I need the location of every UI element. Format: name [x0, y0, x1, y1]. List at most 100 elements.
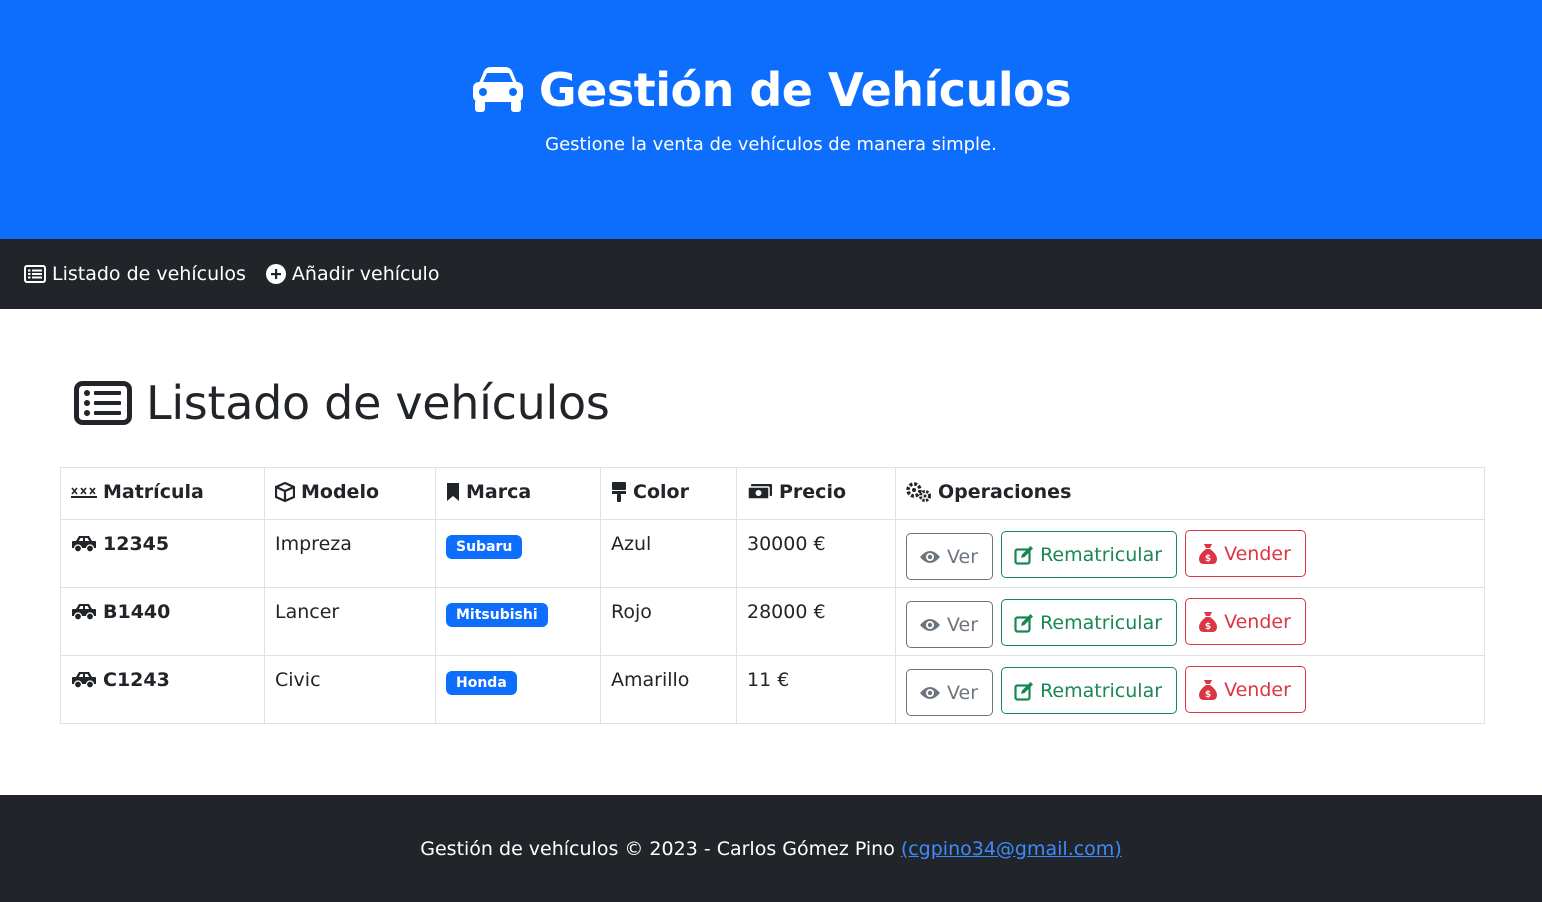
sell-button-label: Vender [1224, 678, 1291, 701]
col-header-marca: Marca [435, 467, 601, 520]
col-label-modelo: Modelo [301, 481, 380, 503]
edit-icon [1014, 613, 1034, 633]
table-body: 12345 Impreza Subaru Azul 30000 € Ver Re… [60, 519, 1485, 724]
app-title: Gestión de Vehículos [538, 63, 1072, 117]
money-bag-icon: $ [1198, 679, 1218, 701]
table-header-row: Matrícula Modelo Marca Color Precio Oper… [60, 467, 1485, 520]
plate-icon [71, 485, 97, 499]
cell-color: Rojo [600, 587, 737, 656]
cell-model: Civic [264, 655, 436, 724]
col-header-matricula: Matrícula [60, 467, 265, 520]
eye-icon [919, 685, 941, 701]
nav-item-listado[interactable]: Listado de vehículos [24, 263, 246, 285]
navbar: Listado de vehículos Añadir vehículo [0, 239, 1542, 309]
view-button-label: Ver [947, 545, 979, 568]
car-side-icon [71, 671, 97, 689]
view-button[interactable]: Ver [906, 669, 994, 716]
eye-icon [919, 549, 941, 565]
page-title-row: Listado de vehículos [74, 375, 1485, 431]
col-header-modelo: Modelo [264, 467, 436, 520]
cell-plate: C1243 [60, 655, 265, 724]
svg-text:$: $ [1205, 690, 1211, 700]
car-icon [471, 67, 525, 113]
reregister-button[interactable]: Rematricular [1001, 667, 1178, 714]
col-header-precio: Precio [736, 467, 896, 520]
cell-price: 11 € [736, 655, 896, 724]
svg-text:$: $ [1205, 622, 1211, 632]
cell-operations: Ver Rematricular $ Vender [895, 587, 1485, 656]
brand-badge: Mitsubishi [446, 603, 548, 627]
reregister-button[interactable]: Rematricular [1001, 531, 1178, 578]
nav-label-listado: Listado de vehículos [52, 263, 246, 285]
svg-text:$: $ [1205, 554, 1211, 564]
cell-operations: Ver Rematricular $ Vender [895, 655, 1485, 724]
reregister-button-label: Rematricular [1040, 679, 1163, 702]
header-title-row: Gestión de Vehículos [0, 0, 1542, 118]
edit-icon [1014, 545, 1034, 565]
cube-icon [275, 482, 295, 502]
footer: Gestión de vehículos © 2023 - Carlos Góm… [0, 795, 1542, 902]
header: Gestión de Vehículos Gestione la venta d… [0, 0, 1542, 239]
col-label-matricula: Matrícula [103, 481, 204, 503]
list-icon [24, 265, 46, 283]
sell-button-label: Vender [1224, 610, 1291, 633]
paint-brush-icon [611, 481, 627, 503]
nav-label-anadir: Añadir vehículo [291, 263, 440, 285]
cell-model: Lancer [264, 587, 436, 656]
cell-plate: 12345 [60, 519, 265, 588]
gears-icon [906, 482, 932, 502]
nav-item-anadir[interactable]: Añadir vehículo [265, 263, 440, 285]
sell-button[interactable]: $ Vender [1185, 530, 1306, 577]
cell-plate: B1440 [60, 587, 265, 656]
app-subtitle: Gestione la venta de vehículos de manera… [545, 134, 997, 155]
plate-value: C1243 [103, 669, 170, 691]
cell-color: Amarillo [600, 655, 737, 724]
cell-price: 30000 € [736, 519, 896, 588]
table-row: C1243 Civic Honda Amarillo 11 € Ver Rema… [60, 655, 1485, 724]
footer-email-link[interactable]: (cgpino34@gmail.com) [901, 838, 1122, 860]
reregister-button[interactable]: Rematricular [1001, 599, 1178, 646]
cell-operations: Ver Rematricular $ Vender [895, 519, 1485, 588]
footer-text: Gestión de vehículos © 2023 - Carlos Góm… [420, 837, 895, 860]
cell-model: Impreza [264, 519, 436, 588]
table-row: B1440 Lancer Mitsubishi Rojo 28000 € Ver [60, 587, 1485, 656]
brand-badge: Honda [446, 671, 517, 695]
sell-button-label: Vender [1224, 542, 1291, 565]
money-bag-icon: $ [1198, 611, 1218, 633]
sell-button[interactable]: $ Vender [1185, 666, 1306, 713]
cell-brand: Mitsubishi [435, 587, 601, 656]
view-button[interactable]: Ver [906, 601, 994, 648]
cell-color: Azul [600, 519, 737, 588]
col-header-operaciones: Operaciones [895, 467, 1485, 520]
list-icon [74, 381, 132, 425]
cell-price: 28000 € [736, 587, 896, 656]
reregister-button-label: Rematricular [1040, 543, 1163, 566]
money-bill-icon [747, 483, 773, 501]
bookmark-icon [446, 482, 460, 502]
col-label-marca: Marca [466, 481, 532, 503]
sell-button[interactable]: $ Vender [1185, 598, 1306, 645]
eye-icon [919, 617, 941, 633]
vehicles-table: Matrícula Modelo Marca Color Precio Oper… [60, 467, 1485, 724]
table-row: 12345 Impreza Subaru Azul 30000 € Ver Re… [60, 519, 1485, 588]
col-header-color: Color [600, 467, 737, 520]
cell-brand: Subaru [435, 519, 601, 588]
col-label-operaciones: Operaciones [938, 481, 1072, 503]
money-bag-icon: $ [1198, 543, 1218, 565]
plus-circle-icon [265, 264, 286, 284]
main-content: Listado de vehículos Matrícula Modelo Ma… [0, 375, 1542, 724]
edit-icon [1014, 681, 1034, 701]
col-label-color: Color [633, 481, 689, 503]
plate-value: B1440 [103, 601, 171, 623]
view-button-label: Ver [947, 681, 979, 704]
col-label-precio: Precio [779, 481, 847, 503]
view-button[interactable]: Ver [906, 533, 994, 580]
car-side-icon [71, 535, 97, 553]
car-side-icon [71, 603, 97, 621]
view-button-label: Ver [947, 613, 979, 636]
plate-value: 12345 [103, 533, 170, 555]
brand-badge: Subaru [446, 535, 523, 559]
cell-brand: Honda [435, 655, 601, 724]
page-title: Listado de vehículos [146, 376, 610, 430]
reregister-button-label: Rematricular [1040, 611, 1163, 634]
